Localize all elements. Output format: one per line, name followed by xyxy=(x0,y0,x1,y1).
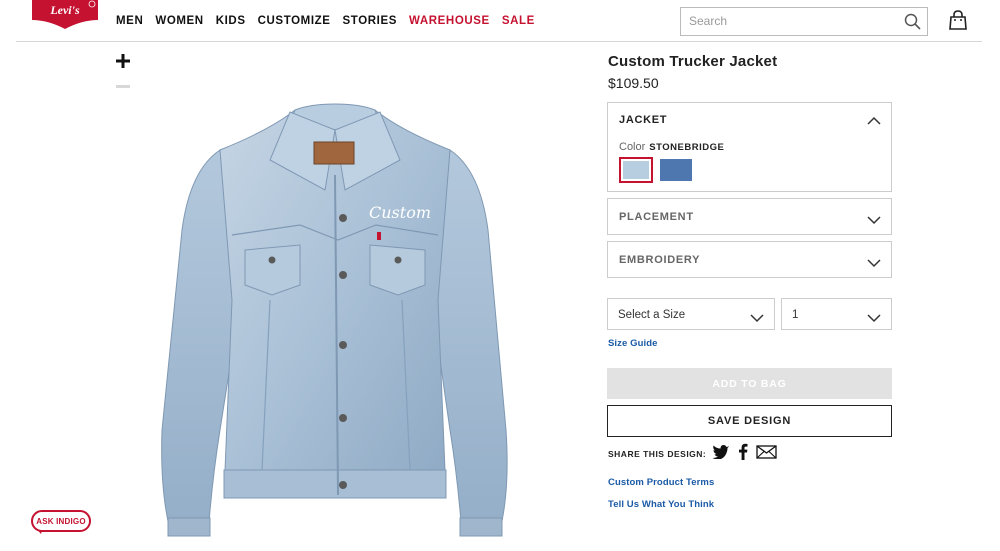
color-swatch-stonebridge[interactable] xyxy=(619,157,653,183)
search-icon[interactable] xyxy=(904,13,921,30)
chevron-down-icon xyxy=(867,212,881,225)
quantity-select-value: 1 xyxy=(792,309,799,321)
facebook-icon[interactable] xyxy=(738,443,748,465)
main-nav: MEN WOMEN KIDS CUSTOMIZE STORIES WAREHOU… xyxy=(116,15,547,27)
size-select-value: Select a Size xyxy=(618,309,686,321)
embroidery-label: EMBROIDERY xyxy=(619,254,701,266)
jacket-options-panel: JACKET Color STONEBRIDGE xyxy=(607,102,892,192)
feedback-link[interactable]: Tell Us What You Think xyxy=(608,499,714,510)
nav-sale[interactable]: SALE xyxy=(502,15,535,27)
size-select[interactable]: Select a Size xyxy=(607,298,775,330)
ask-indigo-label: ASK INDIGO xyxy=(31,510,91,532)
nav-warehouse[interactable]: WAREHOUSE xyxy=(409,15,490,27)
product-title: Custom Trucker Jacket xyxy=(608,53,778,70)
color-value: STONEBRIDGE xyxy=(649,142,725,153)
color-row: Color STONEBRIDGE xyxy=(619,141,724,153)
placement-panel[interactable]: PLACEMENT xyxy=(607,198,892,235)
product-image: Custom xyxy=(150,100,520,545)
chevron-up-icon[interactable] xyxy=(867,113,881,125)
plus-icon[interactable] xyxy=(114,52,132,70)
custom-product-terms-link[interactable]: Custom Product Terms xyxy=(608,477,714,488)
size-guide-link[interactable]: Size Guide xyxy=(608,338,658,349)
share-label: SHARE THIS DESIGN: xyxy=(608,449,707,459)
header-divider xyxy=(16,41,982,42)
email-icon[interactable] xyxy=(756,444,777,464)
ask-indigo-chat-button[interactable]: ASK INDIGO xyxy=(31,510,93,534)
nav-stories[interactable]: STORIES xyxy=(343,15,397,27)
product-price: $109.50 xyxy=(608,75,659,91)
nav-women[interactable]: WOMEN xyxy=(155,15,203,27)
jacket-panel-heading[interactable]: JACKET xyxy=(619,114,667,126)
levis-logo[interactable]: Levi's xyxy=(30,0,100,30)
color-label: Color xyxy=(619,141,646,153)
nav-kids[interactable]: KIDS xyxy=(216,15,246,27)
color-swatch-dark[interactable] xyxy=(660,159,692,181)
chevron-down-icon xyxy=(867,310,881,323)
search-input[interactable] xyxy=(689,14,889,28)
chevron-down-icon xyxy=(867,255,881,268)
embroidery-panel[interactable]: EMBROIDERY xyxy=(607,241,892,278)
save-design-button[interactable]: SAVE DESIGN xyxy=(607,405,892,437)
chevron-down-icon xyxy=(750,310,764,323)
embroidery-text: Custom xyxy=(369,203,431,222)
nav-men[interactable]: MEN xyxy=(116,15,143,27)
search-box xyxy=(680,7,928,36)
shopping-bag-icon[interactable] xyxy=(948,10,968,30)
placement-label: PLACEMENT xyxy=(619,211,694,223)
share-row: SHARE THIS DESIGN: xyxy=(608,443,785,465)
quantity-select[interactable]: 1 xyxy=(781,298,892,330)
logo-wordmark: Levi's xyxy=(49,3,80,17)
twitter-icon[interactable] xyxy=(712,444,730,464)
gallery-thumb-indicator[interactable] xyxy=(116,85,130,88)
site-header: Levi's MEN WOMEN KIDS CUSTOMIZE STORIES … xyxy=(0,0,1000,42)
nav-customize[interactable]: CUSTOMIZE xyxy=(258,15,331,27)
add-to-bag-button[interactable]: ADD TO BAG xyxy=(607,368,892,399)
